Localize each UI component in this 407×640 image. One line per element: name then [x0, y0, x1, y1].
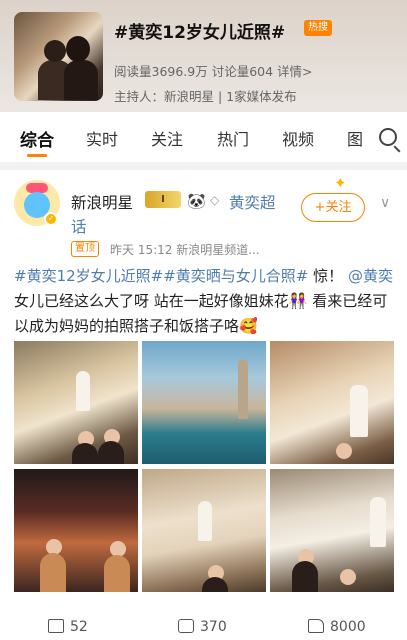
action-bar: 52 370 8000: [0, 612, 407, 640]
like-count: 8000: [330, 619, 366, 635]
post-text-span: 惊！: [308, 267, 344, 285]
search-icon[interactable]: [379, 128, 397, 146]
post-image[interactable]: [142, 469, 266, 592]
topic-title: #黄奕12岁女儿近照#: [114, 23, 286, 43]
image-grid: [14, 341, 394, 627]
share-button[interactable]: 52: [48, 619, 88, 635]
tab-images[interactable]: 图: [347, 126, 363, 150]
chevron-down-icon[interactable]: ∨: [380, 195, 390, 211]
mention-link[interactable]: @黄奕: [348, 267, 393, 285]
post-image[interactable]: [270, 469, 394, 592]
topic-host: 主持人：新浪明星 | 1家媒体发布: [114, 89, 297, 104]
post-image[interactable]: [270, 341, 394, 464]
tab-realtime[interactable]: 实时: [86, 126, 118, 150]
follow-button[interactable]: +关注: [301, 193, 365, 222]
share-count: 52: [70, 619, 88, 635]
tab-general[interactable]: 综合: [20, 126, 54, 151]
thumbs-up-icon: [308, 619, 324, 633]
comment-icon: [178, 619, 194, 633]
pinned-badge: 置顶: [71, 241, 99, 257]
panda-icon: 🐼: [187, 192, 206, 210]
hot-badge: 热搜: [304, 20, 332, 36]
hashtag-link[interactable]: #黄奕晒与女儿合照#: [163, 267, 308, 285]
follow-decoration-icon: ✦: [334, 174, 347, 192]
hashtag-link[interactable]: #黄奕12岁女儿近照#: [14, 267, 163, 285]
super-topic-link[interactable]: 黄奕超: [229, 191, 276, 213]
comment-count: 370: [200, 619, 227, 635]
post-image[interactable]: [14, 341, 138, 464]
tab-video[interactable]: 视频: [282, 126, 314, 150]
topic-cover-image[interactable]: [14, 12, 103, 101]
active-tab-indicator: [27, 154, 47, 157]
section-divider: [0, 162, 407, 170]
member-crown-icon: I: [145, 191, 181, 208]
share-icon: [48, 619, 64, 633]
super-topic-link-cont[interactable]: 话: [71, 215, 87, 237]
tab-hot[interactable]: 热门: [217, 126, 249, 150]
tab-bar: 综合 实时 关注 热门 视频 图: [0, 112, 407, 162]
post-text-span: 女儿已经这么大了呀 站在一起好像姐妹花👭 看来已经可以成为妈妈的拍照搭子和饭搭子…: [14, 292, 388, 335]
topic-header: #黄奕12岁女儿近照# 热搜 阅读量3696.9万 讨论量604 详情> 主持人…: [0, 0, 407, 112]
tab-following[interactable]: 关注: [151, 126, 183, 150]
author-name[interactable]: 新浪明星: [71, 191, 133, 213]
post-image[interactable]: [142, 341, 266, 464]
post-meta: 昨天 15:12 新浪明星频道...: [110, 243, 260, 257]
like-button[interactable]: 8000: [308, 619, 366, 635]
post-image[interactable]: [14, 469, 138, 592]
topic-stats[interactable]: 阅读量3696.9万 讨论量604 详情>: [114, 61, 313, 80]
post-text: #黄奕12岁女儿近照##黄奕晒与女儿合照# 惊！ @黄奕 女儿已经这么大了呀 站…: [14, 264, 398, 339]
diamond-icon: ◇: [210, 193, 220, 207]
verified-icon: ✓: [44, 212, 58, 226]
comment-button[interactable]: 370: [178, 619, 227, 635]
